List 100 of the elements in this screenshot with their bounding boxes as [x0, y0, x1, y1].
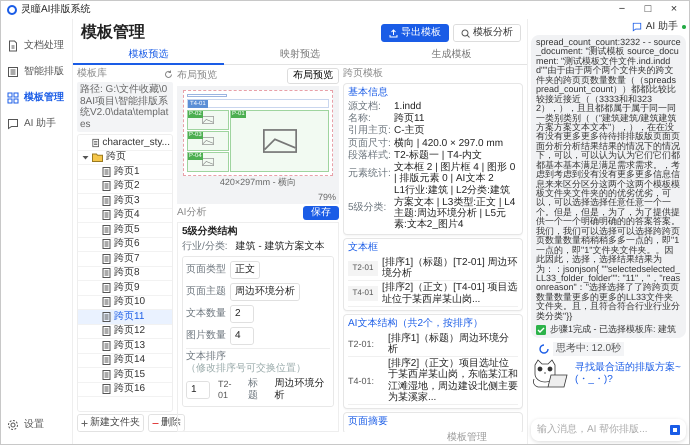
suggestion-link[interactable]: 寻找最合适的排版方案~(・_・)? [575, 362, 686, 386]
zoom-level: 79% [318, 192, 336, 203]
tree-item[interactable]: 跨页14 [78, 354, 172, 368]
tree-item[interactable]: 跨页2 [78, 180, 172, 194]
send-icon[interactable] [670, 425, 680, 435]
tree-item[interactable]: 跨页7 [78, 252, 172, 266]
tree-item[interactable]: 跨页1 [78, 165, 172, 180]
frame-text: [排序2]（正文）[T4-01] 项目选址位于某西岸某山岗... [382, 282, 518, 305]
tree-item[interactable]: 跨页3 [78, 194, 172, 208]
structure-text: [排序2]（正文）项目选址位于某西岸某山岗，东临某江和江滩湿地，周边建设北侧主要为某溪家... [388, 358, 518, 403]
file-icon [102, 384, 111, 394]
structure-text: [排序1]（标题）周边环境分析 [388, 332, 510, 356]
panel-label: AI分析 [177, 207, 206, 219]
message-text: spread_count_count:3232 - - source_document: "测试模板 source_document: "测试模板文件文件.ind.inddd""由于由于两个两个文件夹的跨文件夹的跨页页数量数量（（spreadspread_count_count））都都比较比较接近接近（（3333和和3232），），且且都都属于属于同一同一类别类别（（"建筑建筑/建筑建筑方案方案文本文本"），），在在没有没有更多更多待待排排版版页面页面分析分析结果结果的情况下的情况下，可以，可以认为认为它们它们都都基本基本满足满足需求需求。，考虑到考虑到没有没有更多更多信息信息来来区分区分这两个这两个模板模板文件夹文件夹的的优劣优劣，可以，可以选择选择任意任意一个一个。但是，但是，为了，为了提供提供一个一个明确明确的的答案答案。我们，我们可以选择可以选择跨跨页页数量数量稍稍稍多多一点的，即"1一点的，即"1"文件夹文件夹。。因此因此，选择，选择结果结果为为：：jsonjson{ ""selectedselected_LL33_folder_folder"": "11"，"，"reasonreason"："选择选择了了跨跨页页数量数量更多的更多的LL33文件夹文件夹。且，且符合符合行业行业分类分类"}} [536, 38, 681, 322]
info-label: 元素统计: [348, 168, 392, 179]
save-button[interactable]: 保存 [303, 206, 339, 220]
tree-folder[interactable]: 跨页 [78, 150, 172, 165]
input-field[interactable]: 正文 [230, 261, 260, 279]
chat-icon [7, 118, 19, 130]
tree-item[interactable]: 跨页6 [78, 238, 172, 252]
grid-icon [7, 92, 19, 104]
layout-preview-button[interactable]: 布局预览 [287, 68, 339, 84]
info-label: 引用主页: [348, 125, 392, 137]
file-icon [102, 181, 111, 192]
file-icon [102, 224, 111, 235]
settings-icon [7, 419, 19, 431]
close-button[interactable]: × [663, 3, 685, 17]
file-icon [102, 166, 111, 177]
input-field[interactable]: 4 [230, 327, 254, 345]
tree-item[interactable]: character_sty... [78, 136, 172, 150]
caret-icon[interactable] [82, 154, 89, 161]
tree-item[interactable]: 跨页13 [78, 339, 172, 354]
export-button[interactable]: 导出模板 [381, 24, 449, 42]
order-field[interactable]: 1 [186, 381, 210, 399]
step-text: 步骤1完成 - 已选择模板库: 建筑 [550, 325, 676, 335]
tab[interactable]: 模板预选 [73, 47, 224, 65]
file-icon [102, 297, 111, 308]
info-label: 段落样式: [348, 150, 392, 161]
input-field[interactable]: 2 [230, 305, 254, 323]
info-value: C-主页 [394, 125, 426, 137]
file-icon [102, 282, 111, 293]
tab[interactable]: 生成模板 [376, 47, 527, 65]
tree-item[interactable]: 跨页4 [78, 208, 172, 223]
card-title: 页面摘要 [348, 416, 389, 428]
info-label: 5级分类: [348, 202, 388, 214]
card-title: AI文本结构（共2个，按排序） [348, 318, 484, 330]
file-icon [102, 239, 111, 250]
tree-item[interactable]: 跨页11 [78, 310, 172, 324]
header-bar [187, 94, 227, 97]
footer-text: 模板管理 [446, 432, 488, 444]
nav-item[interactable]: 模板管理 [1, 85, 72, 111]
field-label: 行业/分类: [182, 241, 228, 253]
hint-text: （修改排序号可交换位置） [186, 363, 306, 375]
frame-id: T2-01: [348, 338, 376, 350]
tree-item[interactable]: 跨页12 [78, 324, 172, 339]
nav-item[interactable]: 文档处理 [1, 33, 72, 59]
chat-icon [632, 22, 642, 32]
panel-label: 布局预览 [177, 70, 217, 82]
tree-item[interactable]: 跨页15 [78, 368, 172, 382]
file-icon [102, 312, 111, 322]
industry-value: 建筑 - 建筑方案文本 [236, 241, 324, 253]
file-icon [102, 254, 111, 264]
info-label: 名称: [348, 113, 372, 124]
document-icon [7, 40, 19, 52]
field-label: 页面类型 [186, 264, 226, 276]
thinking-status: 思考中: 12.0秒 [553, 342, 624, 356]
field-label: 文本排序 [186, 351, 226, 362]
panel-label: 模板库 [77, 68, 107, 80]
tree-item[interactable]: 跨页9 [78, 281, 172, 296]
input-placeholder: 输入消息，AI 帮你排版... [537, 424, 648, 436]
plus-icon [81, 420, 88, 426]
maximize-button[interactable]: □ [637, 3, 659, 17]
file-icon [102, 326, 111, 336]
nav-item[interactable]: AI 助手 [1, 111, 72, 137]
image-placeholder-icon [202, 158, 214, 166]
tree-item[interactable]: 跨页8 [78, 266, 172, 281]
panel-label: 跨页模板 [343, 68, 384, 80]
nav-item[interactable]: 智能排版 [1, 59, 72, 85]
text-type: 标题 [248, 378, 259, 402]
assistant-title: AI 助手 [646, 21, 678, 33]
info-value: 横向 | 420.0 × 297.0 mm [394, 138, 504, 149]
new-folder-button[interactable]: 新建文件夹 [77, 414, 144, 432]
tab[interactable]: 映射预选 [224, 47, 376, 65]
info-value: 1.indd [394, 101, 422, 112]
section-heading: 5级分类结构 [182, 226, 239, 238]
field-label: 文本数量 [186, 308, 226, 320]
field-label: 页面主题 [186, 286, 226, 298]
input-field[interactable]: 周边环境分析 [230, 283, 300, 301]
tree-item[interactable]: 跨页16 [78, 382, 172, 397]
file-icon [102, 340, 111, 351]
frame-id: T2-01 [218, 379, 232, 401]
tree-item[interactable]: 跨页5 [78, 223, 172, 238]
card-title: 文本框 [348, 242, 379, 254]
info-label: 源文档: [348, 101, 382, 112]
settings-button[interactable]: 设置 [1, 412, 72, 438]
file-icon [102, 210, 111, 220]
analyze-button[interactable]: 模板分析 [453, 24, 521, 42]
refresh-icon[interactable] [164, 70, 173, 78]
minimize-button[interactable]: − [611, 3, 633, 17]
check-icon [536, 325, 546, 336]
